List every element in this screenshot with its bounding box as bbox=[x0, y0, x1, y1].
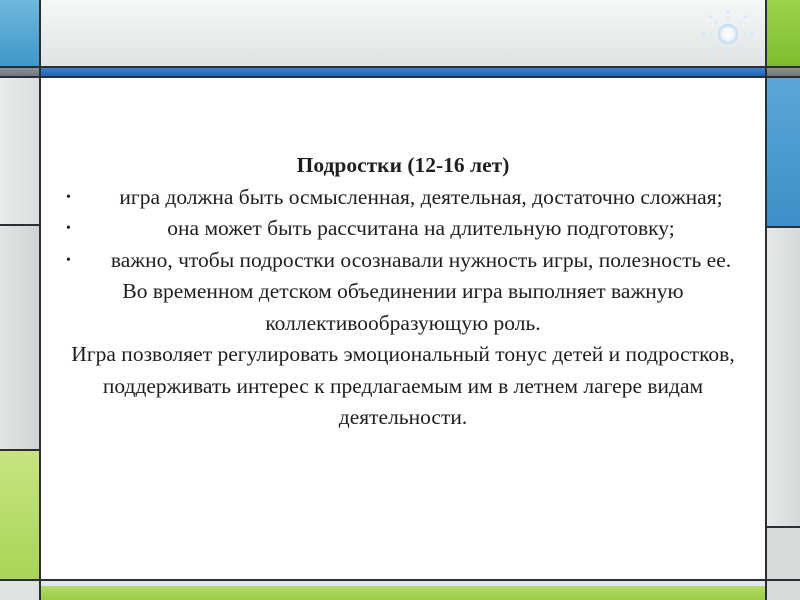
sun-icon bbox=[701, 9, 755, 59]
left-gray-tile-1 bbox=[0, 77, 40, 225]
right-gray-tile-1 bbox=[766, 227, 800, 527]
right-separator bbox=[765, 0, 767, 600]
bullet-item: • игра должна быть осмысленная, деятельн… bbox=[44, 182, 762, 214]
right-gray-tile-2 bbox=[766, 527, 800, 600]
paragraph-emotional-tone: Игра позволяет регулировать эмоциональны… bbox=[71, 342, 735, 429]
left-gray-tile-3 bbox=[0, 580, 40, 600]
bullet-text: она может быть рассчитана на длительную … bbox=[167, 216, 675, 240]
right-tile-separator-2 bbox=[766, 526, 800, 528]
bottom-separator bbox=[0, 579, 800, 581]
top-right-green-tile bbox=[766, 0, 800, 67]
slide-heading: Подростки (12-16 лет) bbox=[296, 153, 510, 177]
slide-body: Подростки (12-16 лет) • игра должна быть… bbox=[44, 150, 762, 434]
right-tile-separator-1 bbox=[766, 226, 800, 228]
bullet-text: игра должна быть осмысленная, деятельная… bbox=[119, 184, 723, 209]
top-left-blue-tile bbox=[0, 0, 40, 67]
bullet-dot-icon: • bbox=[66, 189, 71, 205]
top-separator bbox=[0, 66, 800, 68]
bottom-green-strip bbox=[40, 586, 766, 600]
right-blue-tile bbox=[766, 77, 800, 227]
left-green-tile bbox=[0, 450, 40, 580]
paragraph-collective-role: Во временном детском объединении игра вы… bbox=[122, 279, 684, 335]
left-separator bbox=[39, 0, 41, 600]
bullet-text: важно, чтобы подростки осознавали нужнос… bbox=[110, 247, 732, 272]
bullet-item: • важно, чтобы подростки осознавали нужн… bbox=[44, 245, 762, 277]
top-banner bbox=[40, 0, 766, 67]
left-tile-separator-1 bbox=[0, 224, 40, 226]
bullet-dot-icon: • bbox=[66, 252, 71, 268]
bullet-item: • она может быть рассчитана на длительну… bbox=[44, 213, 762, 245]
header-separator bbox=[0, 76, 800, 78]
left-gray-tile-2 bbox=[0, 225, 40, 450]
left-tile-separator-2 bbox=[0, 449, 40, 451]
bullet-dot-icon: • bbox=[66, 221, 71, 236]
